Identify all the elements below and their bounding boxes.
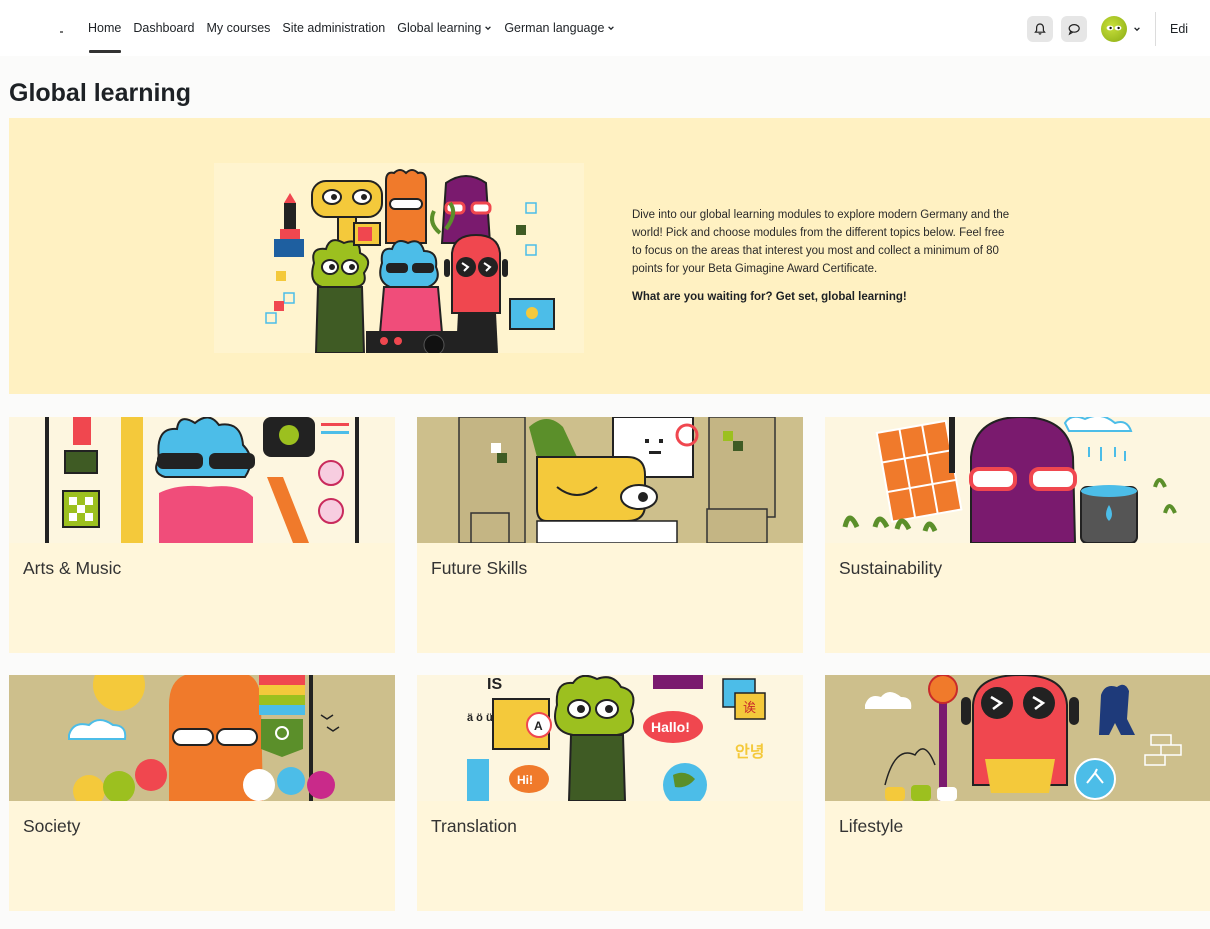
hero-banner: Dive into our global learning modules to… xyxy=(9,118,1210,394)
course-card-lifestyle[interactable]: Lifestyle xyxy=(825,675,1210,911)
nav-german-language-dropdown[interactable]: German language xyxy=(504,0,615,56)
messages-button[interactable] xyxy=(1061,16,1087,42)
top-navbar: Home Dashboard My courses Site administr… xyxy=(0,0,1210,56)
bell-icon xyxy=(1034,23,1046,35)
avatar xyxy=(1101,16,1127,42)
course-card-sustainability[interactable]: Sustainability xyxy=(825,417,1210,653)
user-tools: Edi xyxy=(1027,12,1210,46)
art-text-umlauts: ä ö ü xyxy=(467,712,493,724)
nav-global-learning-label: Global learning xyxy=(397,21,482,35)
art-text-hi: Hi! xyxy=(517,773,533,787)
course-card-future-skills[interactable]: Future Skills xyxy=(417,417,803,653)
society-illustration xyxy=(9,675,395,801)
nav-home-label: Home xyxy=(88,21,122,35)
art-text-hallo: Hallo! xyxy=(651,719,690,735)
hero-call-to-action: What are you waiting for? Get set, globa… xyxy=(632,291,907,303)
sustainability-illustration xyxy=(825,417,1210,543)
avatar-face-icon xyxy=(1106,25,1122,31)
edit-mode-label[interactable]: Edi xyxy=(1170,22,1210,36)
nav-german-language-label: German language xyxy=(504,21,605,35)
art-text-is: IS xyxy=(487,676,502,693)
nav-site-administration-label: Site administration xyxy=(282,21,386,35)
course-card-arts-music[interactable]: Arts & Music xyxy=(9,417,395,653)
card-title: Lifestyle xyxy=(839,816,904,836)
translation-illustration: IS ä ö ü A Hallo! Hi! 诶 안녕 xyxy=(417,675,803,801)
notifications-button[interactable] xyxy=(1027,16,1053,42)
page-title: Global learning xyxy=(9,79,191,107)
chevron-down-icon xyxy=(608,26,615,31)
chat-bubble-icon xyxy=(1068,24,1080,36)
lifestyle-illustration xyxy=(825,675,1210,801)
art-text-chinese: 诶 xyxy=(743,701,756,716)
nav-my-courses-label: My courses xyxy=(206,21,271,35)
future-skills-illustration xyxy=(417,417,803,543)
user-menu-toggle[interactable] xyxy=(1101,16,1141,42)
site-logo[interactable] xyxy=(60,31,63,33)
art-text-korean: 안녕 xyxy=(735,742,764,761)
chevron-down-icon xyxy=(1134,27,1140,32)
nav-dashboard-label: Dashboard xyxy=(133,21,195,35)
chevron-down-icon xyxy=(485,26,492,31)
card-title: Translation xyxy=(431,816,517,836)
course-card-society[interactable]: Society xyxy=(9,675,395,911)
hero-description: Dive into our global learning modules to… xyxy=(632,209,1010,275)
card-title: Future Skills xyxy=(431,558,528,578)
arts-music-illustration xyxy=(9,417,395,543)
nav-site-administration[interactable]: Site administration xyxy=(282,0,385,56)
card-title: Arts & Music xyxy=(23,558,122,578)
nav-home[interactable]: Home xyxy=(88,0,122,56)
nav-my-courses[interactable]: My courses xyxy=(207,0,271,56)
hero-illustration xyxy=(214,163,584,353)
nav-global-learning-dropdown[interactable]: Global learning xyxy=(397,0,492,56)
card-title: Society xyxy=(23,816,81,836)
navbar-divider xyxy=(1155,12,1156,46)
course-card-translation[interactable]: IS ä ö ü A Hallo! Hi! 诶 안녕 Translation xyxy=(417,675,803,911)
primary-navigation: Home Dashboard My courses Site administr… xyxy=(88,0,627,56)
nav-dashboard[interactable]: Dashboard xyxy=(133,0,194,56)
art-text-letter-a: A xyxy=(534,719,543,733)
card-title: Sustainability xyxy=(839,558,943,578)
